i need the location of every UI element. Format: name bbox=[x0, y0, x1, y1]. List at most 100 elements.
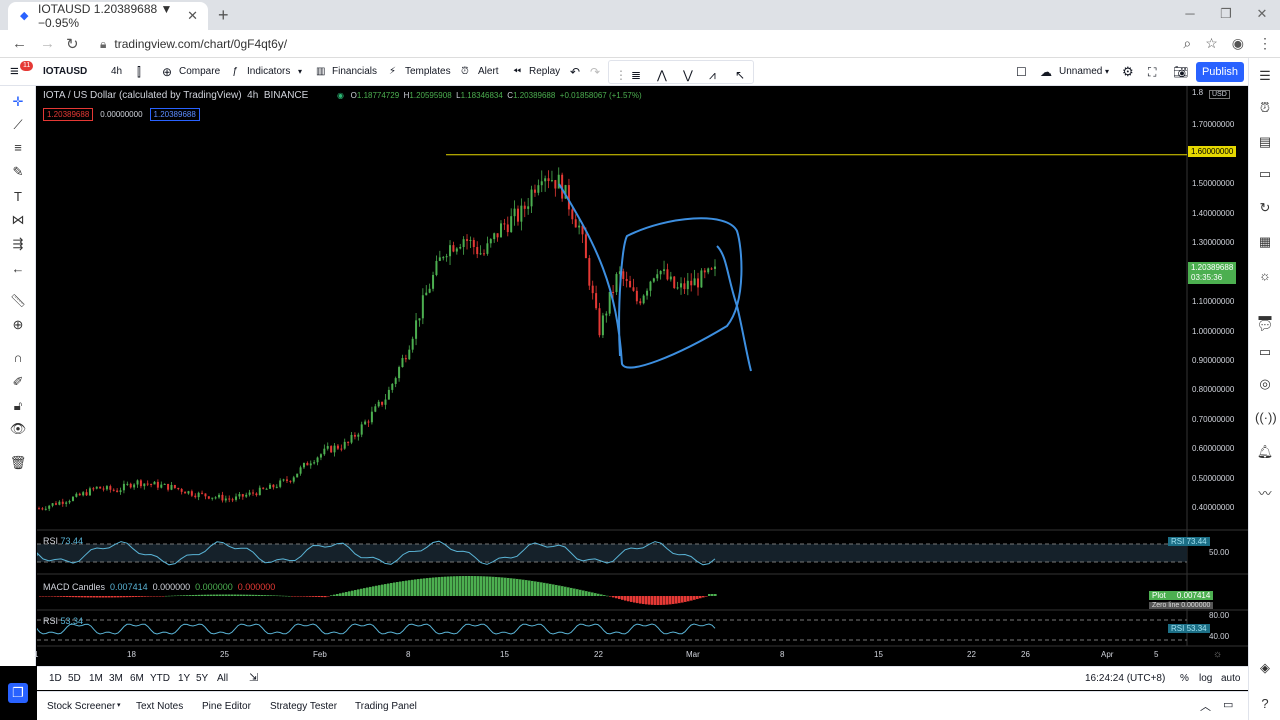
financials-button[interactable]: Financials bbox=[332, 58, 377, 86]
range-button-6m[interactable]: 6M bbox=[130, 673, 144, 684]
trash-icon[interactable]: 🗑︎ bbox=[8, 453, 28, 473]
clock-readout[interactable]: 16:24:24 (UTC+8) bbox=[1085, 673, 1165, 684]
redo-icon[interactable]: ↷ bbox=[590, 58, 600, 86]
zoom-icon[interactable]: ⌕ bbox=[1183, 35, 1191, 52]
new-tab-icon[interactable]: + bbox=[218, 5, 229, 26]
layout-name-button[interactable]: Unnamed bbox=[1059, 58, 1102, 86]
replay-button[interactable]: Replay bbox=[529, 58, 560, 86]
time-axis-settings-icon[interactable]: ☼ bbox=[1213, 649, 1222, 660]
alert-button[interactable]: Alert bbox=[478, 58, 499, 86]
private-chat-icon[interactable]: ▭ bbox=[1255, 342, 1275, 362]
close-window-icon[interactable]: ✕ bbox=[1244, 0, 1280, 30]
pattern-xabcd-icon[interactable]: ⋁ bbox=[683, 61, 693, 89]
tab-text-notes[interactable]: Text Notes bbox=[136, 701, 183, 712]
auto-toggle[interactable]: auto bbox=[1221, 673, 1240, 684]
browser-tab[interactable]: ◆ IOTAUSD 1.20389688 ▼ −0.95% ✕ bbox=[8, 2, 208, 30]
chart-style-icon[interactable]: ⫿ bbox=[137, 58, 141, 86]
hotlist-icon[interactable]: ▭ bbox=[1255, 164, 1275, 184]
range-button-1y[interactable]: 1Y bbox=[178, 673, 190, 684]
trend-line-icon[interactable]: ⟋ bbox=[8, 115, 28, 135]
close-tab-icon[interactable]: ✕ bbox=[187, 8, 198, 24]
prediction-tool-icon[interactable]: ⇶ bbox=[8, 234, 28, 254]
range-button-5d[interactable]: 5D bbox=[68, 673, 81, 684]
range-button-all[interactable]: All bbox=[217, 673, 228, 684]
chart-canvas[interactable] bbox=[37, 86, 1248, 666]
fib-retracement-icon[interactable]: ≡ bbox=[8, 138, 28, 158]
hide-drawings-icon[interactable]: 👁︎ bbox=[8, 419, 28, 439]
drag-handle-icon[interactable]: ⋮ bbox=[615, 61, 627, 89]
range-button-ytd[interactable]: YTD bbox=[150, 673, 170, 684]
brush-icon[interactable]: ✎ bbox=[8, 162, 28, 182]
log-toggle[interactable]: log bbox=[1199, 673, 1212, 684]
pattern-tool-icon[interactable]: ⋈ bbox=[8, 210, 28, 230]
tab-trading-panel[interactable]: Trading Panel bbox=[355, 701, 417, 712]
compare-icon[interactable]: ⊕ bbox=[162, 58, 172, 86]
reload-icon[interactable]: ↻ bbox=[66, 35, 79, 53]
trading-icon[interactable]: 〰 bbox=[1255, 484, 1275, 504]
layout-chevron-icon[interactable]: ▾ bbox=[1105, 58, 1109, 86]
alerts-clock-icon[interactable]: ⏰︎ bbox=[1255, 98, 1275, 118]
stay-in-drawing-icon[interactable]: ✐ bbox=[8, 372, 28, 392]
symbol-search[interactable]: IOTAUSD bbox=[43, 58, 87, 86]
profile-icon[interactable]: ◉ bbox=[1232, 35, 1244, 52]
maximize-panel-icon[interactable]: ▭ bbox=[1223, 698, 1233, 711]
back-icon[interactable]: ← bbox=[12, 35, 27, 52]
measure-icon[interactable]: 📏︎ bbox=[8, 291, 28, 311]
minimize-icon[interactable]: ─ bbox=[1172, 0, 1208, 30]
collapse-panel-icon[interactable]: ︿ bbox=[1200, 698, 1211, 714]
lock-drawings-icon[interactable]: 🔓︎ bbox=[8, 396, 28, 416]
notifications-icon[interactable]: 🔔︎ bbox=[1255, 442, 1275, 462]
chart-pane[interactable]: IOTA / US Dollar (calculated by TradingV… bbox=[34, 86, 1248, 666]
tab-pine-editor[interactable]: Pine Editor bbox=[202, 701, 251, 712]
range-button-3m[interactable]: 3M bbox=[109, 673, 123, 684]
restore-icon[interactable]: ❐ bbox=[1208, 0, 1244, 30]
pattern-wave-icon[interactable]: ⩘ bbox=[709, 61, 716, 89]
forward-icon[interactable]: → bbox=[40, 35, 55, 52]
cursor-tool-icon[interactable]: ↖ bbox=[735, 61, 745, 89]
settings-gear-icon[interactable]: ⚙︎ bbox=[1122, 58, 1134, 86]
url-field[interactable]: 🔒︎ tradingview.com/chart/0gF4qt6y/ bbox=[100, 37, 287, 52]
undo-icon[interactable]: ↶ bbox=[570, 58, 580, 86]
percent-toggle[interactable]: % bbox=[1180, 673, 1189, 684]
crosshair-icon[interactable]: ✛ bbox=[8, 92, 28, 112]
line-tool-icon[interactable]: ≣ bbox=[631, 61, 641, 89]
range-button-5y[interactable]: 5Y bbox=[196, 673, 208, 684]
goto-date-icon[interactable]: ⇲ bbox=[249, 671, 258, 684]
range-button-1d[interactable]: 1D bbox=[49, 673, 62, 684]
hide-toolbar-icon[interactable]: ← bbox=[8, 259, 28, 279]
screenshot-icon[interactable]: 📷︎ bbox=[1173, 58, 1188, 86]
indicators-icon[interactable]: ƒ bbox=[232, 58, 238, 86]
screener-chevron-icon[interactable]: ▾ bbox=[117, 701, 121, 709]
zoom-in-icon[interactable]: ⊕ bbox=[8, 315, 28, 335]
range-button-1m[interactable]: 1M bbox=[89, 673, 103, 684]
bookmark-star-icon[interactable]: ☆ bbox=[1205, 35, 1218, 52]
bid-price[interactable]: 1.20389688 bbox=[43, 108, 94, 121]
ask-price[interactable]: 1.20389688 bbox=[149, 108, 200, 121]
watchlist-icon[interactable]: ☰ bbox=[1255, 66, 1275, 86]
ideas-stream-icon[interactable]: ☼ bbox=[1255, 266, 1275, 286]
data-window-icon[interactable]: ▤ bbox=[1255, 132, 1275, 152]
publish-button[interactable]: Publish bbox=[1196, 62, 1244, 82]
layout-icon[interactable]: ☐ bbox=[1016, 58, 1027, 86]
ideas-icon[interactable]: ❐ bbox=[8, 683, 28, 703]
main-menu-icon[interactable]: ≡ bbox=[10, 58, 19, 86]
pattern-abc-icon[interactable]: ⋀ bbox=[657, 61, 667, 89]
magnet-icon[interactable]: ∩ bbox=[8, 348, 28, 368]
calendar-icon[interactable]: ▦ bbox=[1255, 232, 1275, 252]
currency-label[interactable]: USD bbox=[1209, 90, 1230, 99]
help-icon[interactable]: ? bbox=[1255, 694, 1275, 714]
chevron-down-icon[interactable]: ▾ bbox=[298, 58, 302, 86]
broadcast-icon[interactable]: ((·)) bbox=[1255, 408, 1277, 428]
templates-button[interactable]: Templates bbox=[405, 58, 451, 86]
text-tool-icon[interactable]: T bbox=[8, 187, 28, 207]
chat-icon[interactable]: 💬︎ bbox=[1255, 316, 1275, 336]
tab-stock-screener[interactable]: Stock Screener bbox=[47, 701, 115, 712]
calendar-refresh-icon[interactable]: ↻ bbox=[1255, 198, 1275, 218]
browser-menu-icon[interactable]: ⋮ bbox=[1258, 35, 1272, 52]
compare-button[interactable]: Compare bbox=[179, 58, 220, 86]
object-tree-icon[interactable]: ◈ bbox=[1255, 658, 1275, 678]
interval-button[interactable]: 4h bbox=[111, 58, 122, 86]
fullscreen-icon[interactable]: ⛶ bbox=[1148, 58, 1156, 86]
indicators-button[interactable]: Indicators bbox=[247, 58, 290, 86]
streams-icon[interactable]: ◎ bbox=[1255, 374, 1275, 394]
